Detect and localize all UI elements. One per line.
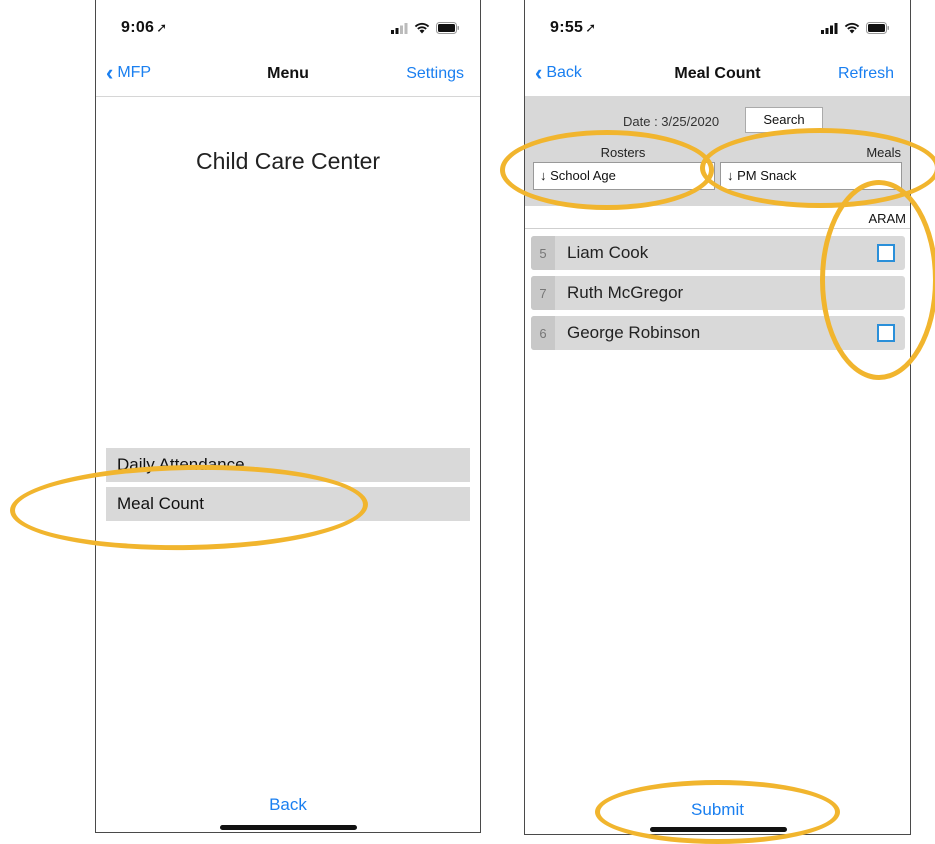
date-label: Date : 3/25/2020	[623, 114, 720, 129]
meals-select[interactable]: ↓ PM Snack	[720, 162, 902, 190]
filter-panel: Date : 3/25/2020 Search Rosters Meals ↓ …	[525, 96, 910, 206]
settings-button[interactable]: Settings	[406, 65, 464, 83]
aram-checkbox[interactable]	[877, 324, 895, 342]
home-indicator[interactable]	[650, 827, 787, 832]
search-button[interactable]: Search	[745, 107, 823, 133]
battery-icon	[436, 22, 459, 34]
student-name: George Robinson	[567, 323, 701, 342]
meals-label: Meals	[866, 145, 901, 160]
row-number: 5	[531, 236, 555, 270]
wifi-icon	[844, 22, 860, 34]
status-icons	[391, 22, 460, 34]
center-name-title: Child Care Center	[195, 148, 381, 174]
rosters-select[interactable]: ↓ School Age	[533, 162, 715, 190]
submit-button[interactable]: Submit	[525, 800, 910, 820]
status-time: 9:06	[121, 19, 155, 36]
location-arrow-icon: ➚	[156, 20, 168, 35]
student-row[interactable]: 6 George Robinson	[531, 316, 905, 350]
wifi-icon	[414, 22, 430, 34]
daily-attendance-item[interactable]: Daily Attendance	[106, 448, 470, 482]
status-bar: 9:55 ➚	[525, 0, 910, 52]
list-divider	[525, 228, 910, 229]
battery-icon	[866, 22, 889, 34]
signal-icon	[391, 22, 408, 34]
aram-checkbox[interactable]	[877, 244, 895, 262]
location-arrow-icon: ➚	[585, 20, 597, 35]
rosters-label: Rosters	[600, 145, 646, 160]
status-icons	[821, 22, 890, 34]
back-button[interactable]: Back	[96, 795, 480, 815]
row-number: 7	[531, 276, 555, 310]
status-time: 9:55	[550, 19, 584, 36]
student-row[interactable]: 7 Ruth McGregor	[531, 276, 905, 310]
home-indicator[interactable]	[220, 825, 357, 830]
nav-bar: ‹ Back Meal Count Refresh	[525, 52, 910, 97]
status-bar: 9:06 ➚	[96, 0, 480, 52]
student-name: Ruth McGregor	[567, 283, 684, 302]
menu-screen: 9:06 ➚ ‹ MFP Menu Settings Child Care Cent…	[95, 0, 481, 833]
student-name: Liam Cook	[567, 243, 649, 262]
refresh-button[interactable]: Refresh	[838, 65, 894, 83]
nav-bar: ‹ MFP Menu Settings	[96, 52, 480, 97]
aram-column-header: ARAM	[868, 211, 906, 226]
signal-icon	[821, 22, 838, 34]
meal-count-item[interactable]: Meal Count	[106, 487, 470, 521]
meal-count-screen: 9:55 ➚ ‹ Back Meal Count Refresh Date : 3/…	[524, 0, 911, 835]
student-row[interactable]: 5 Liam Cook	[531, 236, 905, 270]
row-number: 6	[531, 316, 555, 350]
